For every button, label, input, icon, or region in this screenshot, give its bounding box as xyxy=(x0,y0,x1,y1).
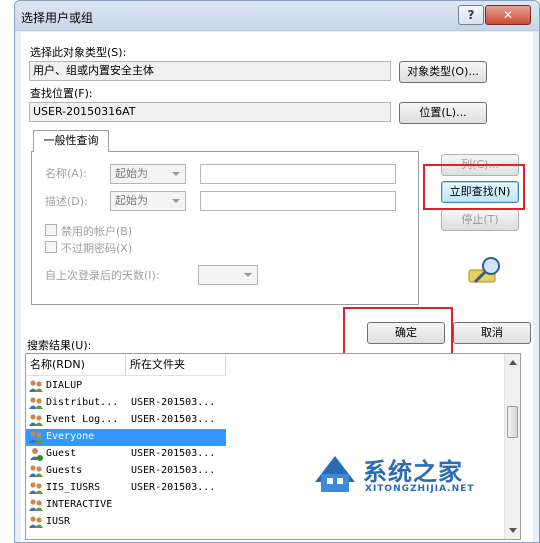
chevron-down-icon xyxy=(172,172,180,176)
user-icon xyxy=(30,448,43,461)
chevron-down-icon xyxy=(244,273,252,277)
name-mode-value: 起始为 xyxy=(115,167,148,180)
group-icon xyxy=(29,482,43,494)
row-folder: USER-201503... xyxy=(131,397,216,408)
group-icon xyxy=(29,397,43,409)
search-results-label: 搜索结果(U): xyxy=(27,339,92,352)
ok-highlight xyxy=(343,307,453,359)
disabled-accounts-label: 禁用的帐户(B) xyxy=(61,225,133,238)
results-scrollbar[interactable] xyxy=(504,354,520,539)
chevron-down-icon xyxy=(172,199,180,203)
watermark-url: XITONGZHIJIA.NET xyxy=(365,484,475,494)
group-icon xyxy=(29,465,43,477)
dialog-body: 选择此对象类型(S): 用户、组或内置安全主体 对象类型(O)... 查找位置(… xyxy=(21,32,533,542)
scroll-down-icon[interactable] xyxy=(509,528,517,533)
watermark-text: 系统之家 xyxy=(363,458,463,486)
table-row[interactable]: DIALUP xyxy=(26,378,226,395)
location-label: 查找位置(F): xyxy=(30,87,93,100)
group-icon xyxy=(29,380,43,392)
select-users-dialog: 选择用户或组 ? ✕ 选择此对象类型(S): 用户、组或内置安全主体 对象类型(… xyxy=(14,0,540,543)
name-input[interactable] xyxy=(200,164,396,184)
object-types-button[interactable]: 对象类型(O)... xyxy=(399,61,487,83)
object-type-label: 选择此对象类型(S): xyxy=(30,46,127,59)
magnifier-icon xyxy=(468,257,500,284)
location-field: USER-20150316AT xyxy=(29,102,391,122)
row-name: Guest xyxy=(46,448,77,459)
days-since-logon-label: 自上次登录后的天数(I): xyxy=(45,269,160,282)
cancel-button[interactable]: 取消 xyxy=(453,322,531,344)
object-type-field: 用户、组或内置安全主体 xyxy=(29,61,391,81)
scroll-up-icon[interactable] xyxy=(509,360,517,365)
watermark-icon xyxy=(315,456,355,492)
row-folder: USER-201503... xyxy=(131,482,216,493)
table-row[interactable]: Everyone xyxy=(26,429,226,446)
group-icon xyxy=(29,516,43,528)
row-folder: USER-201503... xyxy=(131,448,216,459)
close-button[interactable]: ✕ xyxy=(485,5,531,25)
name-mode-select[interactable]: 起始为 xyxy=(110,164,186,184)
column-header-folder[interactable]: 所在文件夹 xyxy=(126,354,226,376)
row-folder: USER-201503... xyxy=(131,414,216,425)
row-folder: USER-201503... xyxy=(131,465,216,476)
locations-button[interactable]: 位置(L)... xyxy=(399,102,487,124)
description-label: 描述(D): xyxy=(45,195,88,208)
row-name: IIS_IUSRS xyxy=(46,482,101,493)
dialog-title: 选择用户或组 xyxy=(21,11,94,25)
find-now-highlight xyxy=(423,164,525,210)
common-queries-panel: 名称(A): 起始为 描述(D): 起始为 禁用的帐户(B) 不过期密码(X) … xyxy=(31,151,419,305)
column-header-name[interactable]: 名称(RDN) xyxy=(26,354,126,376)
scroll-thumb[interactable] xyxy=(507,406,518,438)
group-icon xyxy=(29,499,43,511)
non-expiring-password-label: 不过期密码(X) xyxy=(61,242,133,255)
description-mode-select[interactable]: 起始为 xyxy=(110,191,186,211)
row-name: INTERACTIVE xyxy=(46,499,113,510)
disabled-accounts-checkbox[interactable] xyxy=(45,224,57,236)
group-icon xyxy=(29,414,43,426)
group-icon xyxy=(29,431,43,443)
description-mode-value: 起始为 xyxy=(115,194,148,207)
help-button[interactable]: ? xyxy=(458,5,484,25)
row-name: DIALUP xyxy=(46,380,83,391)
watermark-logo: 系统之家 XITONGZHIJIA.NET xyxy=(311,450,521,506)
table-row[interactable]: Event Log... USER-201503... xyxy=(26,412,226,429)
table-row[interactable]: Distribut... USER-201503... xyxy=(26,395,226,412)
row-name: Event Log... xyxy=(46,414,119,425)
title-bar[interactable]: 选择用户或组 ? ✕ xyxy=(15,1,539,31)
name-label: 名称(A): xyxy=(45,167,87,180)
non-expiring-password-checkbox[interactable] xyxy=(45,241,57,253)
table-row[interactable]: Guests USER-201503... xyxy=(26,463,226,480)
table-row[interactable]: Guest USER-201503... xyxy=(26,446,226,463)
description-input[interactable] xyxy=(200,191,396,211)
tab-common-queries[interactable]: 一般性查询 xyxy=(33,130,109,152)
row-name: Distribut... xyxy=(46,397,119,408)
row-name: IUSR xyxy=(46,516,71,527)
row-name: Guests xyxy=(46,465,83,476)
days-since-logon-select[interactable] xyxy=(198,265,258,285)
table-row[interactable]: IIS_IUSRS USER-201503... xyxy=(26,480,226,497)
table-row[interactable]: IUSR xyxy=(26,514,226,531)
search-results-list[interactable]: 名称(RDN) 所在文件夹 DIALUP Distribut... USER-201… xyxy=(25,353,521,540)
table-row[interactable]: INTERACTIVE xyxy=(26,497,226,514)
row-name: Everyone xyxy=(46,431,95,442)
stop-button[interactable]: 停止(T) xyxy=(441,209,519,231)
